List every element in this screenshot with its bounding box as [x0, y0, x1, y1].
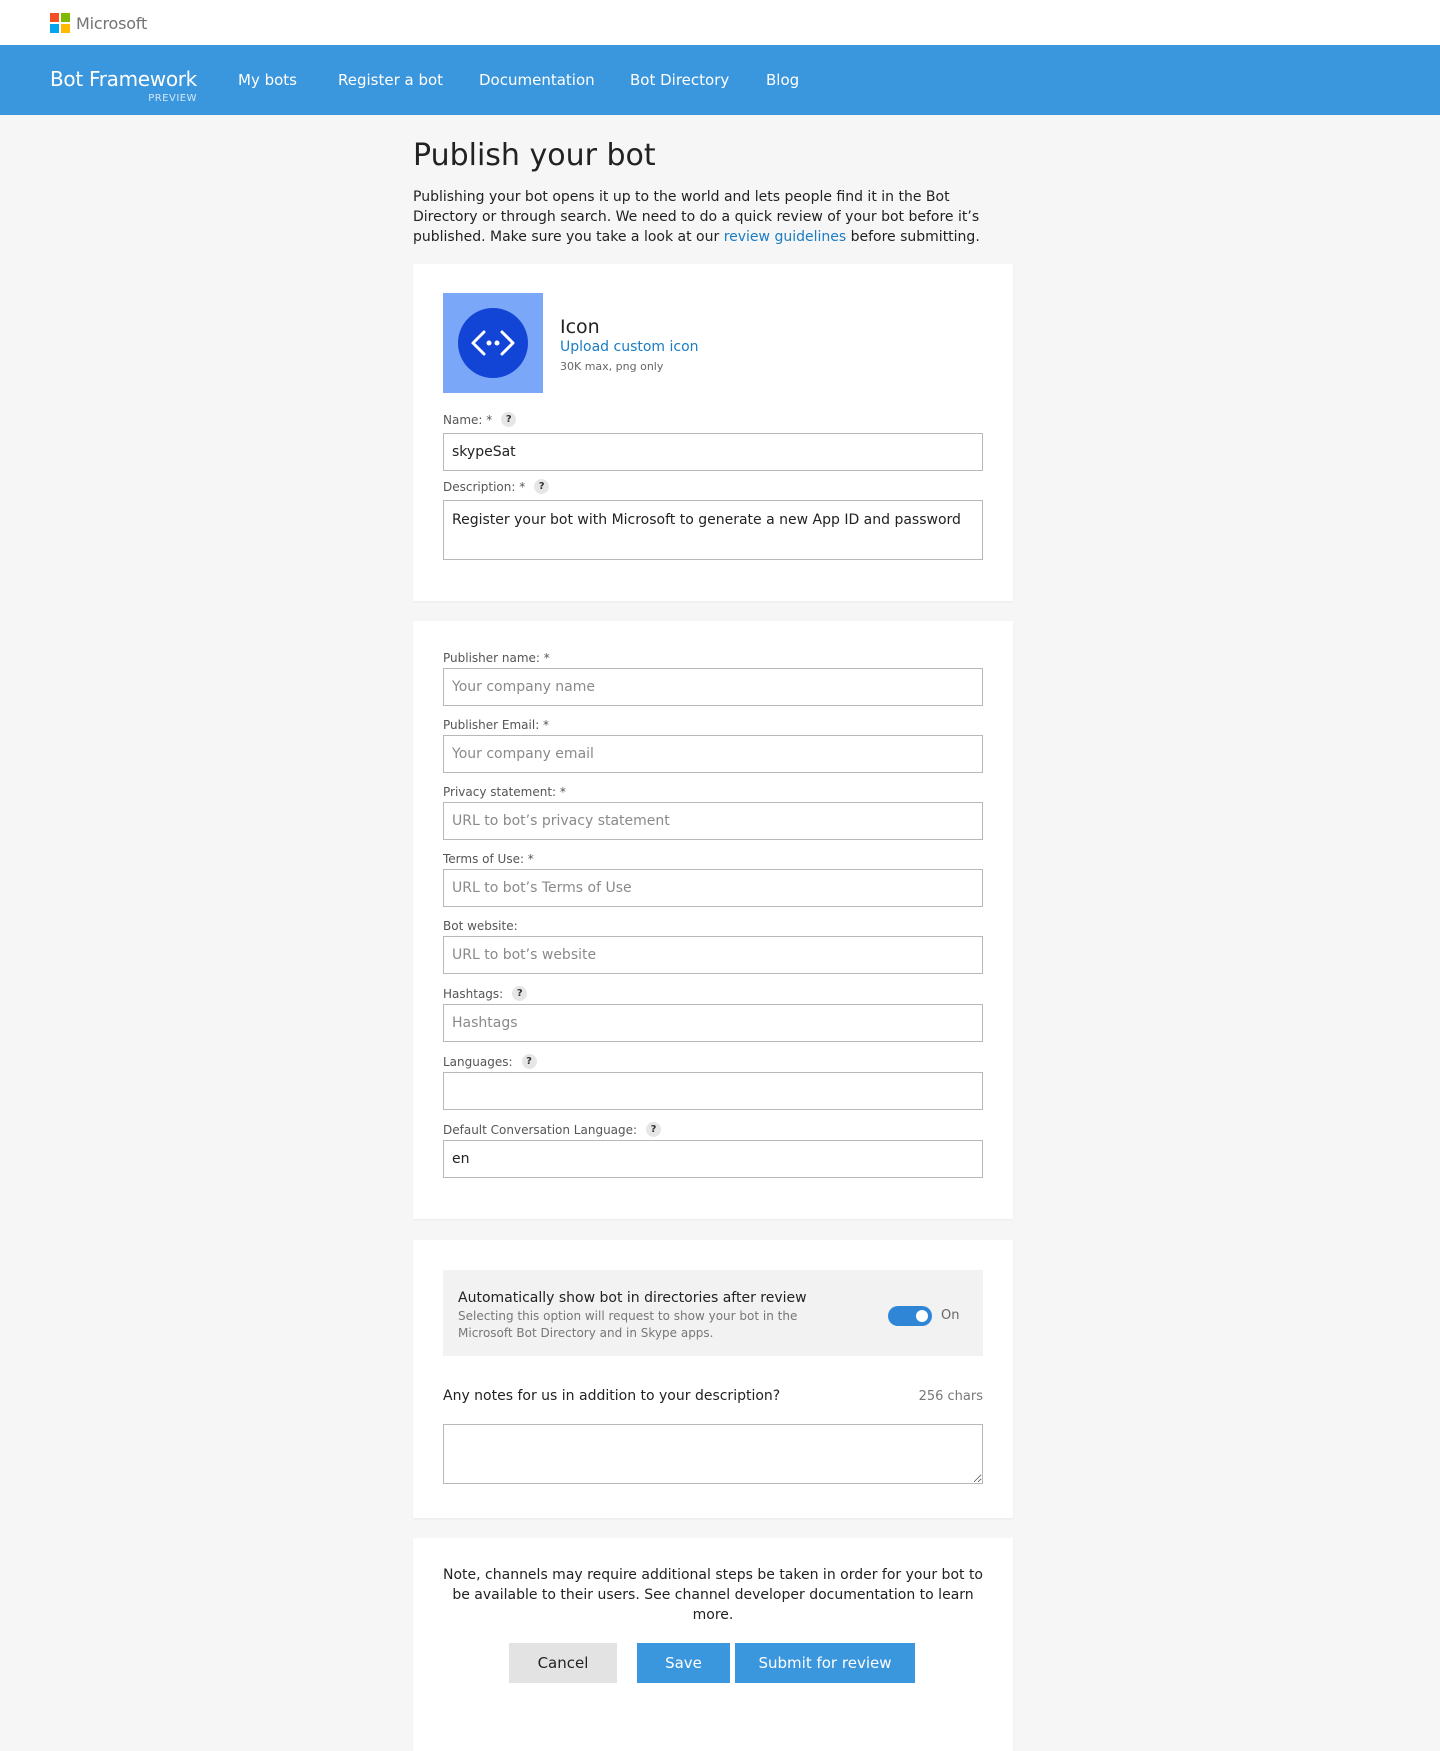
name-input[interactable]	[443, 433, 983, 471]
publisher-email-label: Publisher Email: *	[443, 718, 549, 732]
review-guidelines-link[interactable]: review guidelines	[724, 229, 846, 245]
bot-website-label-text: Bot website:	[443, 919, 518, 933]
microsoft-logo-text: Microsoft	[76, 13, 148, 33]
publisher-name-label-text: Publisher name: *	[443, 651, 550, 665]
languages-label-text: Languages:	[443, 1054, 513, 1069]
privacy-statement-input[interactable]	[443, 802, 983, 840]
microsoft-topbar: Microsoft	[0, 0, 1440, 45]
microsoft-logo-icon	[50, 13, 70, 33]
privacy-statement-label-text: Privacy statement: *	[443, 785, 566, 799]
directory-options-card: Automatically show bot in directories af…	[413, 1240, 1013, 1518]
default-language-help-icon[interactable]: ?	[646, 1122, 662, 1137]
toggle-knob	[916, 1310, 928, 1322]
notes-char-count: 256 chars	[918, 1389, 983, 1404]
bot-framework-brand[interactable]: Bot Framework PREVIEW	[50, 67, 197, 104]
cancel-button[interactable]: Cancel	[509, 1643, 617, 1683]
bot-icon-preview	[443, 293, 543, 393]
hashtags-input[interactable]	[443, 1004, 983, 1042]
terms-of-use-label-text: Terms of Use: *	[443, 852, 534, 866]
toggle-state-label: On	[941, 1308, 960, 1323]
bot-basics-card: Icon Upload custom icon 30K max, png onl…	[413, 264, 1013, 601]
hashtags-label-text: Hashtags:	[443, 986, 504, 1001]
languages-help-icon[interactable]: ?	[521, 1054, 537, 1069]
hashtags-label: Hashtags: ?	[443, 986, 528, 1001]
default-language-label-text: Default Conversation Language:	[443, 1122, 638, 1137]
publisher-name-label: Publisher name: *	[443, 651, 550, 665]
description-label-text: Description: *	[443, 479, 526, 494]
submit-for-review-button[interactable]: Submit for review	[735, 1643, 915, 1683]
nav-my-bots[interactable]: My bots	[238, 71, 297, 89]
name-label-text: Name: *	[443, 412, 493, 427]
submit-actions-card: Note, channels may require additional st…	[413, 1538, 1013, 1751]
save-button[interactable]: Save	[637, 1643, 730, 1683]
description-help-icon[interactable]: ?	[534, 479, 550, 494]
icon-section-label: Icon	[560, 316, 600, 338]
default-language-label: Default Conversation Language: ?	[443, 1122, 662, 1137]
nav-documentation[interactable]: Documentation	[479, 71, 595, 89]
intro-text-after: before submitting.	[846, 229, 980, 245]
code-brackets-icon	[471, 330, 515, 356]
upload-custom-icon-link[interactable]: Upload custom icon	[560, 339, 699, 355]
publisher-name-input[interactable]	[443, 668, 983, 706]
notes-textarea[interactable]	[443, 1424, 983, 1484]
auto-show-option: Automatically show bot in directories af…	[443, 1270, 983, 1356]
auto-show-description: Selecting this option will request to sh…	[458, 1309, 798, 1340]
name-help-icon[interactable]: ?	[501, 412, 517, 427]
bot-website-input[interactable]	[443, 936, 983, 974]
privacy-statement-label: Privacy statement: *	[443, 785, 566, 799]
languages-label: Languages: ?	[443, 1054, 537, 1069]
description-textarea[interactable]: Register your bot with Microsoft to gene…	[443, 500, 983, 560]
brand-title: Bot Framework	[50, 67, 197, 91]
notes-label: Any notes for us in addition to your des…	[443, 1388, 781, 1404]
intro-text: Publishing your bot opens it up to the w…	[413, 187, 1013, 247]
page-title: Publish your bot	[413, 138, 656, 173]
auto-show-toggle[interactable]	[888, 1306, 932, 1326]
nav-bot-directory[interactable]: Bot Directory	[630, 71, 729, 89]
hashtags-help-icon[interactable]: ?	[512, 986, 528, 1001]
publisher-details-card: Publisher name: * Publisher Email: * Pri…	[413, 621, 1013, 1219]
bot-icon-circle	[458, 308, 528, 378]
bot-website-label: Bot website:	[443, 919, 518, 933]
publisher-email-label-text: Publisher Email: *	[443, 718, 550, 732]
description-label: Description: * ?	[443, 479, 550, 494]
terms-of-use-label: Terms of Use: *	[443, 852, 534, 866]
nav-register-bot[interactable]: Register a bot	[338, 71, 443, 89]
upload-icon-hint: 30K max, png only	[560, 360, 664, 373]
auto-show-title: Automatically show bot in directories af…	[458, 1290, 807, 1306]
publisher-email-input[interactable]	[443, 735, 983, 773]
terms-of-use-input[interactable]	[443, 869, 983, 907]
default-language-input[interactable]	[443, 1140, 983, 1178]
languages-input[interactable]	[443, 1072, 983, 1110]
main-navbar: Bot Framework PREVIEW My bots Register a…	[0, 45, 1440, 115]
brand-preview-badge: PREVIEW	[148, 93, 197, 104]
channels-note: Note, channels may require additional st…	[443, 1567, 983, 1623]
name-label: Name: * ?	[443, 412, 517, 427]
nav-blog[interactable]: Blog	[766, 71, 799, 89]
microsoft-logo[interactable]: Microsoft	[50, 13, 147, 33]
